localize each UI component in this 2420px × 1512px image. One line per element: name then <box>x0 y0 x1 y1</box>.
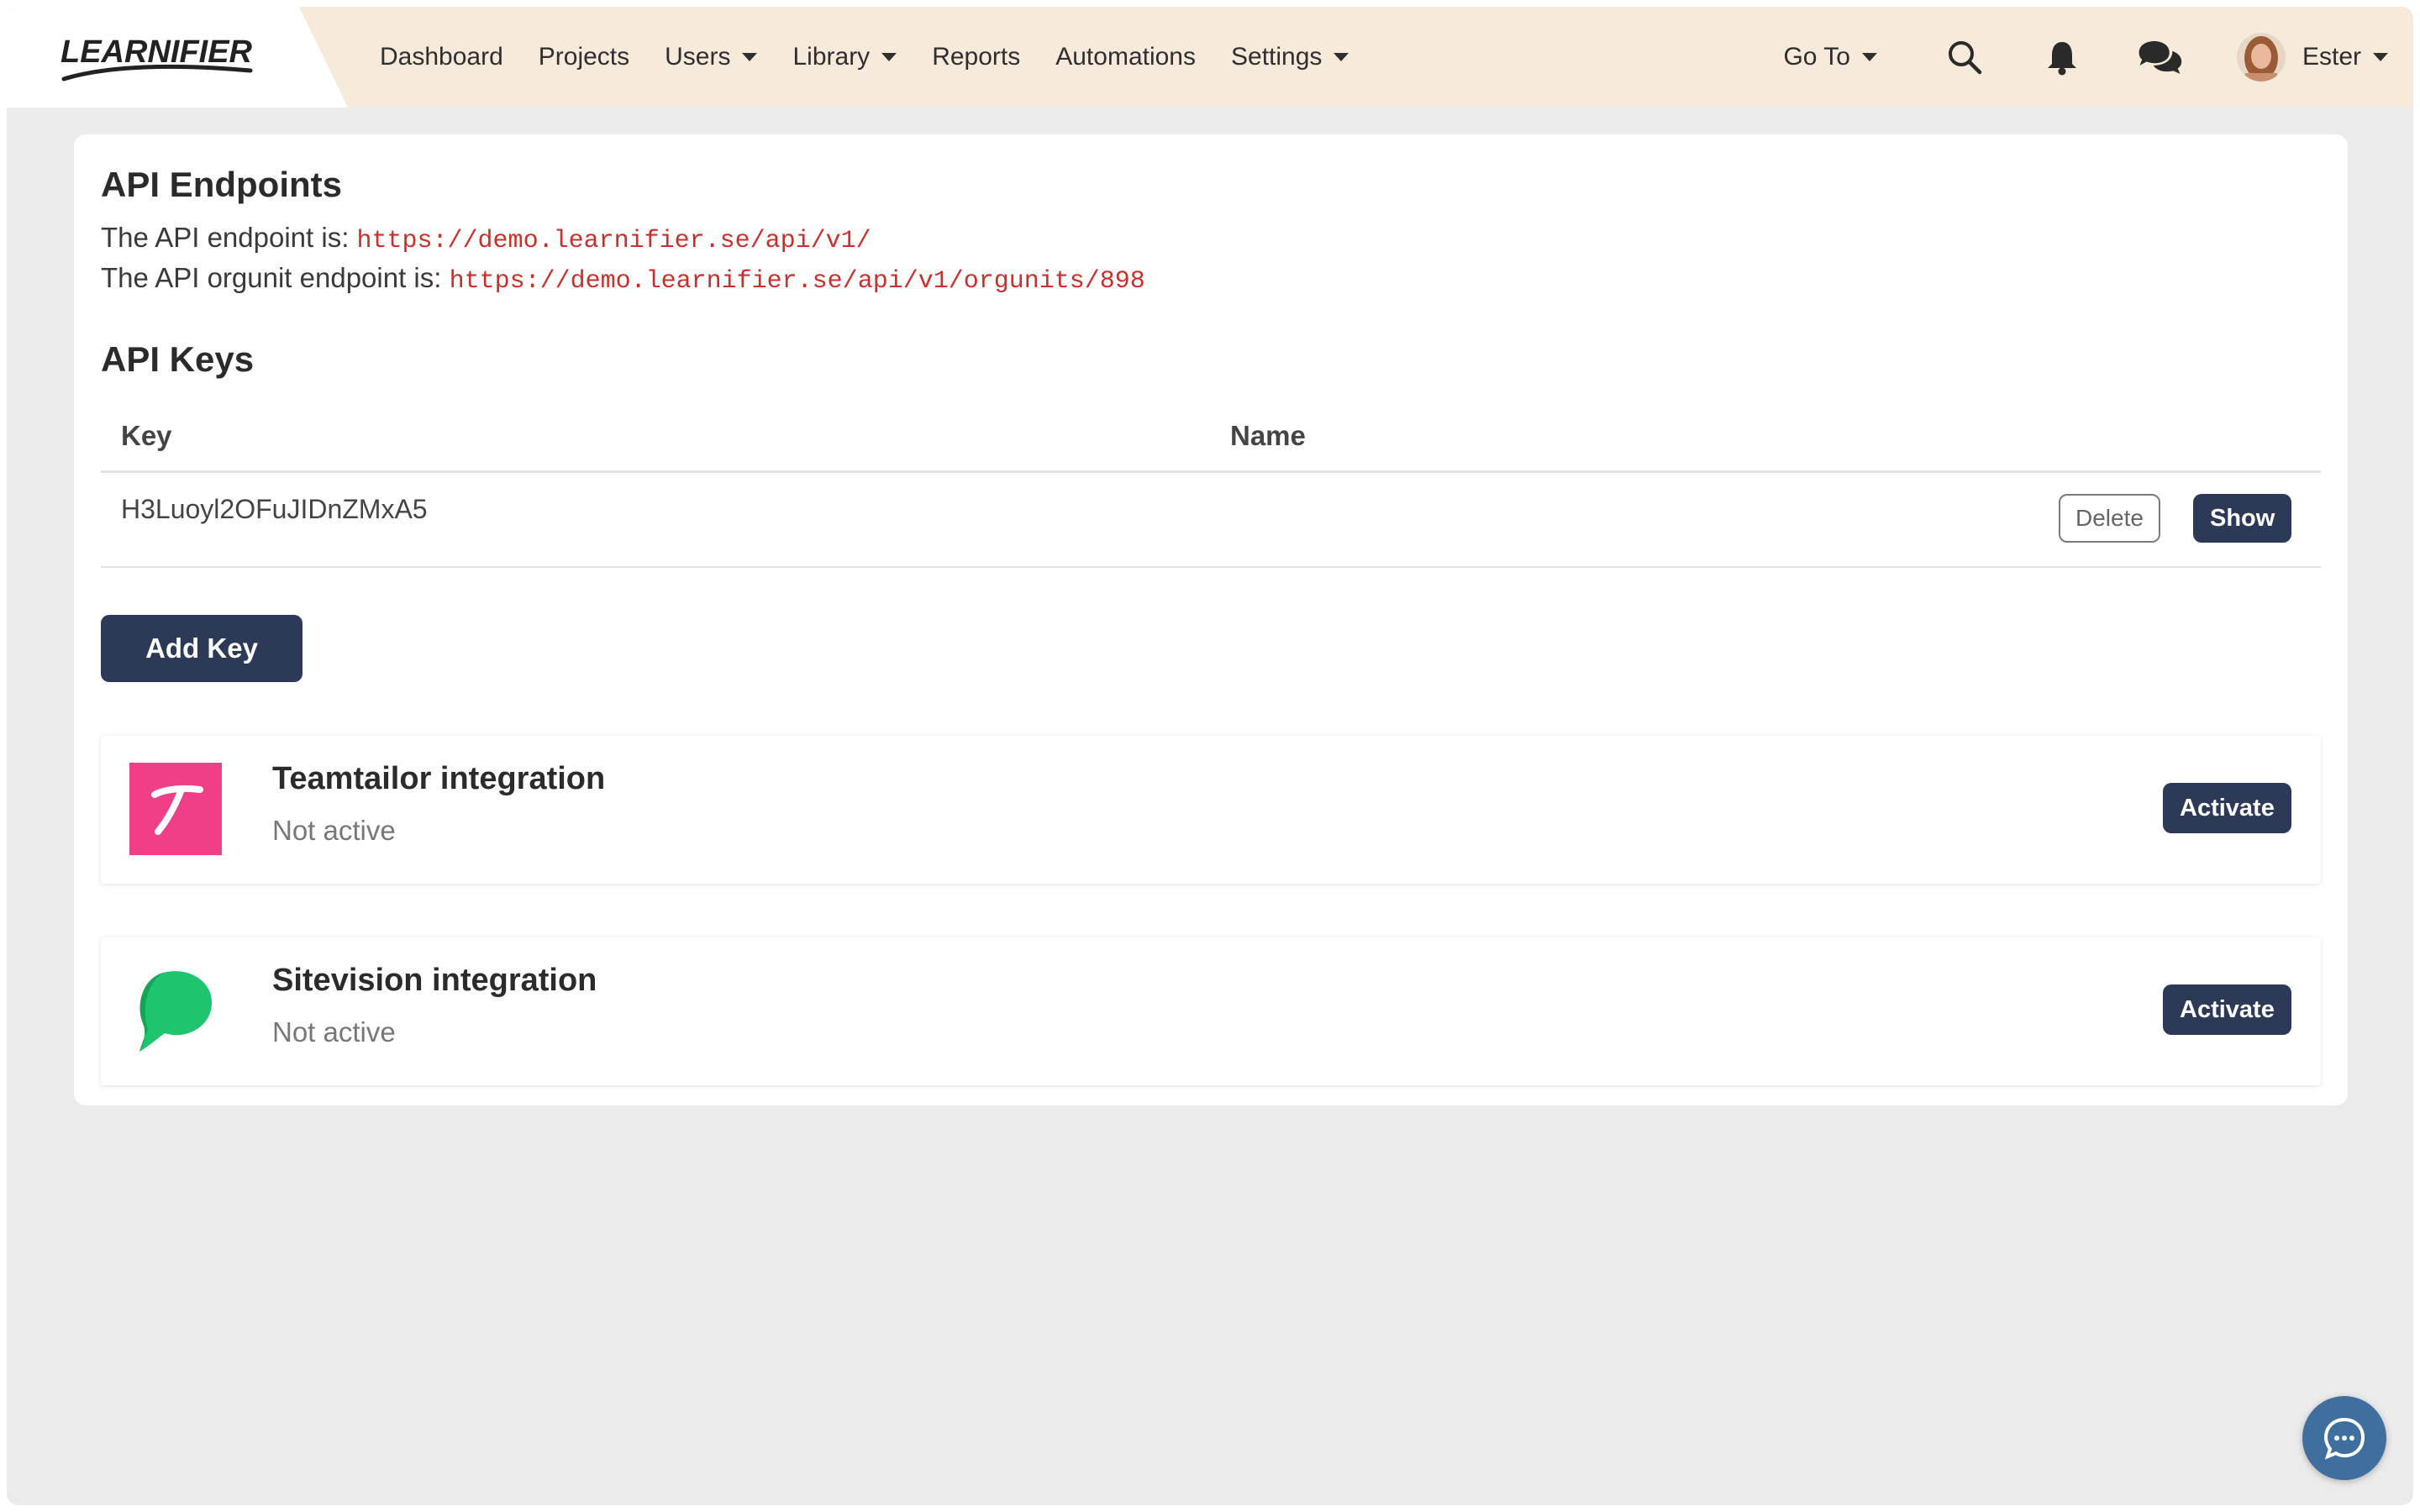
api-endpoint-line: The API endpoint is: https://demo.learni… <box>101 222 871 255</box>
nav-library[interactable]: Library <box>792 7 897 108</box>
caret-down-icon <box>742 53 758 61</box>
settings-card: API Endpoints The API endpoint is: https… <box>74 134 2348 1105</box>
orgunit-endpoint-label: The API orgunit endpoint is: <box>101 262 442 293</box>
caret-down-icon <box>2373 53 2388 61</box>
chat-icon <box>2323 1417 2365 1460</box>
nav-label: Projects <box>538 43 630 71</box>
endpoints-title: API Endpoints <box>101 165 342 204</box>
top-navbar: LEARNIFIER Dashboard Projects Users Libr… <box>7 7 2413 108</box>
nav-settings[interactable]: Settings <box>1231 7 1349 108</box>
nav-dashboard[interactable]: Dashboard <box>380 7 503 108</box>
integration-title: Sitevision integration <box>272 963 597 998</box>
logo-text: LEARNIFIER <box>60 34 253 70</box>
caret-down-icon <box>1861 53 1877 61</box>
goto-label: Go To <box>1783 43 1850 71</box>
sitevision-logo <box>129 964 222 1057</box>
delete-key-button[interactable]: Delete <box>2059 494 2160 543</box>
column-key: Key <box>121 420 172 451</box>
api-key-value: H3Luoyl2OFuJIDnZMxA5 <box>121 494 428 524</box>
nav-reports[interactable]: Reports <box>932 7 1020 108</box>
activate-sitevision-button[interactable]: Activate <box>2163 984 2291 1035</box>
nav-label: Reports <box>932 43 1021 71</box>
activate-teamtailor-button[interactable]: Activate <box>2163 783 2291 833</box>
api-endpoint-label: The API endpoint is: <box>101 222 350 253</box>
integration-title: Teamtailor integration <box>272 761 606 796</box>
goto-menu[interactable]: Go To <box>1783 43 1877 71</box>
orgunit-endpoint-url: https://demo.learnifier.se/api/v1/orguni… <box>449 267 1145 296</box>
api-keys-title: API Keys <box>101 339 255 379</box>
caret-down-icon <box>881 53 897 61</box>
nav-label: Automations <box>1055 43 1196 71</box>
orgunit-endpoint-line: The API orgunit endpoint is: https://dem… <box>101 262 1145 296</box>
nav-label: Dashboard <box>380 43 503 71</box>
api-keys-table-header: Key Name <box>101 408 2321 473</box>
column-name: Name <box>1230 420 1306 451</box>
app-window: LEARNIFIER Dashboard Projects Users Libr… <box>7 7 2413 1505</box>
nav-projects[interactable]: Projects <box>539 7 629 108</box>
bell-icon[interactable] <box>2039 34 2086 81</box>
nav-label: Users <box>665 43 731 71</box>
chat-bubbles-icon[interactable] <box>2136 34 2183 81</box>
search-icon[interactable] <box>1941 34 1988 81</box>
integration-status: Not active <box>272 815 396 846</box>
api-endpoint-url: https://demo.learnifier.se/api/v1/ <box>356 227 871 255</box>
integration-sitevision: Sitevision integration Not active Activa… <box>101 937 2321 1085</box>
nav-automations[interactable]: Automations <box>1055 7 1196 108</box>
caret-down-icon <box>1334 53 1349 61</box>
support-chat-button[interactable] <box>2302 1396 2386 1480</box>
main-nav: Dashboard Projects Users Library Reports… <box>380 7 1384 108</box>
logo-area: LEARNIFIER <box>7 7 348 108</box>
avatar <box>2236 33 2286 81</box>
nav-label: Library <box>792 43 871 71</box>
show-key-button[interactable]: Show <box>2193 494 2292 543</box>
nav-users[interactable]: Users <box>665 7 758 108</box>
table-row: H3Luoyl2OFuJIDnZMxA5 Delete Show <box>101 472 2321 568</box>
nav-label: Settings <box>1231 43 1323 71</box>
user-name: Ester <box>2302 43 2361 71</box>
integration-teamtailor: Teamtailor integration Not active Activa… <box>101 736 2321 884</box>
integration-status: Not active <box>272 1016 396 1047</box>
user-menu[interactable]: Ester <box>2236 33 2388 81</box>
teamtailor-logo <box>129 763 222 855</box>
add-key-button[interactable]: Add Key <box>101 615 302 682</box>
right-nav: Go To Ester <box>1783 7 2413 108</box>
learnifier-logo[interactable]: LEARNIFIER <box>57 25 259 92</box>
